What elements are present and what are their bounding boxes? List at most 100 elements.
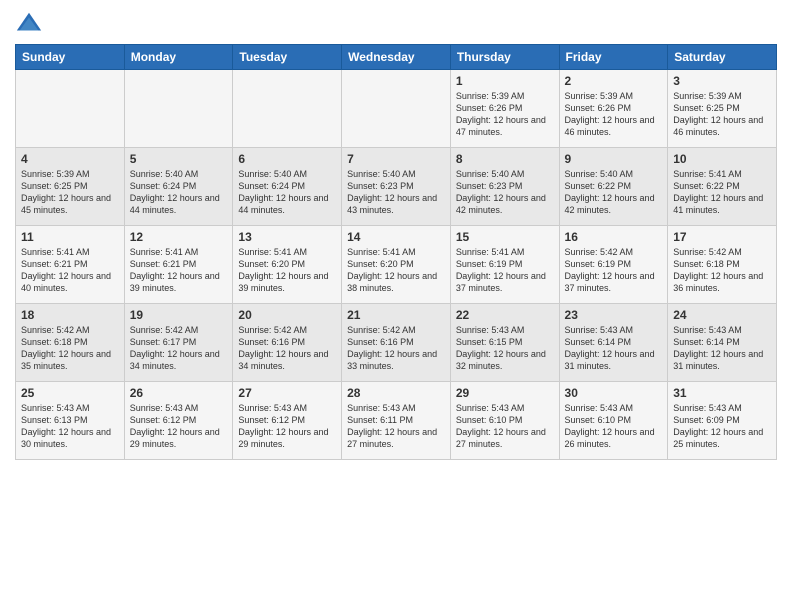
- day-content: Sunrise: 5:39 AM Sunset: 6:25 PM Dayligh…: [21, 168, 119, 217]
- day-cell: 23Sunrise: 5:43 AM Sunset: 6:14 PM Dayli…: [559, 304, 668, 382]
- day-cell: 8 Sunrise: 5:40 AM Sunset: 6:23 PM Daylig…: [450, 148, 559, 226]
- calendar-header: SundayMondayTuesdayWednesdayThursdayFrid…: [16, 45, 777, 70]
- day-content: Sunrise: 5:43 AM Sunset: 6:11 PM Dayligh…: [347, 402, 445, 451]
- day-content: Sunrise: 5:41 AM Sunset: 6:22 PM Dayligh…: [673, 168, 771, 217]
- header-cell-sunday: Sunday: [16, 45, 125, 70]
- week-row-3: 11 Sunrise: 5:41 AM Sunset: 6:21 PM Dayli…: [16, 226, 777, 304]
- day-number: 20: [238, 308, 336, 322]
- day-cell: 14 Sunrise: 5:41 AM Sunset: 6:20 PM Dayli…: [342, 226, 451, 304]
- calendar-body: 1 Sunrise: 5:39 AM Sunset: 6:26 PM Daylig…: [16, 70, 777, 460]
- day-cell: 12Sunrise: 5:41 AM Sunset: 6:21 PM Dayli…: [124, 226, 233, 304]
- day-content: Sunrise: 5:43 AM Sunset: 6:10 PM Dayligh…: [456, 402, 554, 451]
- day-number: 16: [565, 230, 663, 244]
- day-cell: 26 Sunrise: 5:43 AM Sunset: 6:12 PM Dayli…: [124, 382, 233, 460]
- day-cell: 22 Sunrise: 5:43 AM Sunset: 6:15 PM Dayli…: [450, 304, 559, 382]
- day-cell: 3Sunrise: 5:39 AM Sunset: 6:25 PM Daylig…: [668, 70, 777, 148]
- day-content: Sunrise: 5:40 AM Sunset: 6:23 PM Dayligh…: [347, 168, 445, 217]
- header-cell-monday: Monday: [124, 45, 233, 70]
- day-cell: 13Sunrise: 5:41 AM Sunset: 6:20 PM Dayli…: [233, 226, 342, 304]
- day-content: Sunrise: 5:43 AM Sunset: 6:10 PM Dayligh…: [565, 402, 663, 451]
- day-cell: 24 Sunrise: 5:43 AM Sunset: 6:14 PM Dayli…: [668, 304, 777, 382]
- day-content: Sunrise: 5:41 AM Sunset: 6:20 PM Dayligh…: [238, 246, 336, 295]
- day-cell: 2Sunrise: 5:39 AM Sunset: 6:26 PM Daylig…: [559, 70, 668, 148]
- day-cell: 28 Sunrise: 5:43 AM Sunset: 6:11 PM Dayli…: [342, 382, 451, 460]
- header-cell-thursday: Thursday: [450, 45, 559, 70]
- day-cell: 29 Sunrise: 5:43 AM Sunset: 6:10 PM Dayli…: [450, 382, 559, 460]
- day-number: 28: [347, 386, 445, 400]
- day-content: Sunrise: 5:42 AM Sunset: 6:19 PM Dayligh…: [565, 246, 663, 295]
- day-cell: 25 Sunrise: 5:43 AM Sunset: 6:13 PM Dayli…: [16, 382, 125, 460]
- day-cell: 9Sunrise: 5:40 AM Sunset: 6:22 PM Daylig…: [559, 148, 668, 226]
- header-cell-saturday: Saturday: [668, 45, 777, 70]
- day-number: 1: [456, 74, 554, 88]
- header-cell-tuesday: Tuesday: [233, 45, 342, 70]
- day-number: 10: [673, 152, 771, 166]
- day-cell: 20 Sunrise: 5:42 AM Sunset: 6:16 PM Dayli…: [233, 304, 342, 382]
- day-cell: 31 Sunrise: 5:43 AM Sunset: 6:09 PM Dayli…: [668, 382, 777, 460]
- day-cell: 17 Sunrise: 5:42 AM Sunset: 6:18 PM Dayli…: [668, 226, 777, 304]
- day-cell: 4 Sunrise: 5:39 AM Sunset: 6:25 PM Daylig…: [16, 148, 125, 226]
- day-number: 15: [456, 230, 554, 244]
- day-cell: [342, 70, 451, 148]
- day-content: Sunrise: 5:40 AM Sunset: 6:24 PM Dayligh…: [130, 168, 228, 217]
- week-row-4: 18 Sunrise: 5:42 AM Sunset: 6:18 PM Dayli…: [16, 304, 777, 382]
- day-content: Sunrise: 5:43 AM Sunset: 6:14 PM Dayligh…: [673, 324, 771, 373]
- day-content: Sunrise: 5:43 AM Sunset: 6:15 PM Dayligh…: [456, 324, 554, 373]
- day-cell: 27Sunrise: 5:43 AM Sunset: 6:12 PM Dayli…: [233, 382, 342, 460]
- day-number: 22: [456, 308, 554, 322]
- day-cell: 6Sunrise: 5:40 AM Sunset: 6:24 PM Daylig…: [233, 148, 342, 226]
- day-number: 8: [456, 152, 554, 166]
- day-content: Sunrise: 5:43 AM Sunset: 6:13 PM Dayligh…: [21, 402, 119, 451]
- day-number: 5: [130, 152, 228, 166]
- day-number: 25: [21, 386, 119, 400]
- day-content: Sunrise: 5:39 AM Sunset: 6:25 PM Dayligh…: [673, 90, 771, 139]
- day-number: 7: [347, 152, 445, 166]
- day-number: 6: [238, 152, 336, 166]
- day-cell: 15 Sunrise: 5:41 AM Sunset: 6:19 PM Dayli…: [450, 226, 559, 304]
- day-cell: [233, 70, 342, 148]
- day-content: Sunrise: 5:43 AM Sunset: 6:12 PM Dayligh…: [130, 402, 228, 451]
- day-cell: 16 Sunrise: 5:42 AM Sunset: 6:19 PM Dayli…: [559, 226, 668, 304]
- day-content: Sunrise: 5:41 AM Sunset: 6:21 PM Dayligh…: [21, 246, 119, 295]
- day-cell: 18 Sunrise: 5:42 AM Sunset: 6:18 PM Dayli…: [16, 304, 125, 382]
- day-number: 19: [130, 308, 228, 322]
- day-content: Sunrise: 5:41 AM Sunset: 6:19 PM Dayligh…: [456, 246, 554, 295]
- day-number: 24: [673, 308, 771, 322]
- day-number: 14: [347, 230, 445, 244]
- day-content: Sunrise: 5:40 AM Sunset: 6:23 PM Dayligh…: [456, 168, 554, 217]
- day-cell: [16, 70, 125, 148]
- day-number: 4: [21, 152, 119, 166]
- day-cell: 7 Sunrise: 5:40 AM Sunset: 6:23 PM Daylig…: [342, 148, 451, 226]
- week-row-2: 4 Sunrise: 5:39 AM Sunset: 6:25 PM Daylig…: [16, 148, 777, 226]
- week-row-1: 1 Sunrise: 5:39 AM Sunset: 6:26 PM Daylig…: [16, 70, 777, 148]
- day-number: 11: [21, 230, 119, 244]
- day-content: Sunrise: 5:42 AM Sunset: 6:18 PM Dayligh…: [673, 246, 771, 295]
- header-cell-friday: Friday: [559, 45, 668, 70]
- day-cell: 30Sunrise: 5:43 AM Sunset: 6:10 PM Dayli…: [559, 382, 668, 460]
- day-cell: 21 Sunrise: 5:42 AM Sunset: 6:16 PM Dayli…: [342, 304, 451, 382]
- day-content: Sunrise: 5:43 AM Sunset: 6:09 PM Dayligh…: [673, 402, 771, 451]
- day-number: 9: [565, 152, 663, 166]
- day-content: Sunrise: 5:42 AM Sunset: 6:16 PM Dayligh…: [347, 324, 445, 373]
- logo-icon: [15, 10, 43, 38]
- header-row: SundayMondayTuesdayWednesdayThursdayFrid…: [16, 45, 777, 70]
- day-number: 29: [456, 386, 554, 400]
- day-number: 18: [21, 308, 119, 322]
- day-number: 2: [565, 74, 663, 88]
- day-cell: [124, 70, 233, 148]
- day-content: Sunrise: 5:42 AM Sunset: 6:18 PM Dayligh…: [21, 324, 119, 373]
- day-cell: 11 Sunrise: 5:41 AM Sunset: 6:21 PM Dayli…: [16, 226, 125, 304]
- day-content: Sunrise: 5:42 AM Sunset: 6:16 PM Dayligh…: [238, 324, 336, 373]
- calendar-table: SundayMondayTuesdayWednesdayThursdayFrid…: [15, 44, 777, 460]
- week-row-5: 25 Sunrise: 5:43 AM Sunset: 6:13 PM Dayli…: [16, 382, 777, 460]
- day-number: 23: [565, 308, 663, 322]
- day-number: 26: [130, 386, 228, 400]
- day-number: 17: [673, 230, 771, 244]
- header-cell-wednesday: Wednesday: [342, 45, 451, 70]
- day-number: 31: [673, 386, 771, 400]
- day-content: Sunrise: 5:41 AM Sunset: 6:21 PM Dayligh…: [130, 246, 228, 295]
- day-content: Sunrise: 5:41 AM Sunset: 6:20 PM Dayligh…: [347, 246, 445, 295]
- day-number: 21: [347, 308, 445, 322]
- day-content: Sunrise: 5:39 AM Sunset: 6:26 PM Dayligh…: [456, 90, 554, 139]
- header: [15, 10, 777, 38]
